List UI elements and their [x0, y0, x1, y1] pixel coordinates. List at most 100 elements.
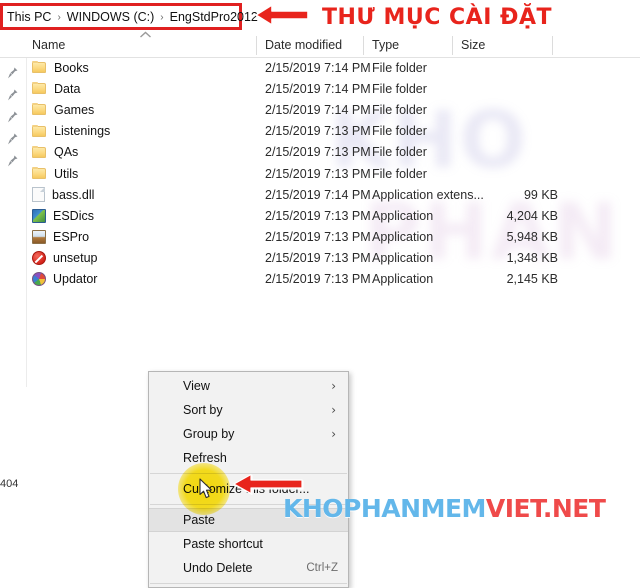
- table-row[interactable]: ESPro 2/15/2019 7:13 PM Application 5,94…: [0, 227, 640, 248]
- file-type-cell: Application: [372, 230, 434, 245]
- folder-icon: [32, 61, 47, 74]
- file-name-label: ESDics: [53, 208, 94, 223]
- mouse-cursor-icon: [199, 478, 214, 505]
- file-name-cell[interactable]: Books: [32, 61, 89, 75]
- file-type-cell: Application: [372, 272, 434, 287]
- menu-item-label: Sort by: [183, 403, 223, 417]
- breadcrumb-separator-icon: ›: [57, 12, 61, 23]
- folder-icon: [32, 167, 47, 180]
- updator-app-icon: [32, 272, 46, 287]
- file-name-cell[interactable]: Utils: [32, 167, 78, 181]
- site-watermark: KHOPHANMEMVIET.NET: [283, 494, 606, 523]
- breadcrumb-item-windows-c[interactable]: WINDOWS (C:): [66, 10, 155, 24]
- file-date-cell: 2/15/2019 7:13 PM: [265, 145, 371, 160]
- site-watermark-blue: KHOPHANMEM: [283, 494, 486, 523]
- menu-item-label: Group by: [183, 427, 235, 441]
- file-type-cell: File folder: [372, 166, 427, 181]
- breadcrumb-item-this-pc[interactable]: This PC: [6, 10, 52, 24]
- table-row[interactable]: Listenings 2/15/2019 7:13 PM File folder: [0, 121, 640, 142]
- menu-item-label: Undo Delete: [183, 561, 253, 575]
- menu-item-view[interactable]: View ›: [149, 374, 348, 398]
- file-size-cell: 4,204 KB: [506, 208, 558, 223]
- file-date-cell: 2/15/2019 7:13 PM: [265, 166, 371, 181]
- file-name-label: Utils: [54, 166, 79, 181]
- chevron-right-icon: ›: [331, 403, 336, 417]
- file-name-cell[interactable]: ESPro: [32, 230, 89, 245]
- file-type-cell: File folder: [372, 60, 427, 75]
- breadcrumb-item-engstdpro2012[interactable]: EngStdPro2012: [169, 10, 259, 24]
- file-name-label: Games: [54, 102, 95, 117]
- table-row[interactable]: Data 2/15/2019 7:14 PM File folder: [0, 78, 640, 99]
- file-name-cell[interactable]: bass.dll: [32, 187, 95, 203]
- table-row[interactable]: ESDics 2/15/2019 7:13 PM Application 4,2…: [0, 205, 640, 226]
- file-name-label: Listenings: [54, 124, 111, 139]
- file-list[interactable]: Books 2/15/2019 7:14 PM File folder Data…: [0, 57, 640, 290]
- breadcrumb[interactable]: This PC › WINDOWS (C:) › EngStdPro2012 ›: [6, 7, 272, 26]
- file-name-label: Books: [54, 60, 89, 75]
- file-type-cell: Application: [372, 251, 434, 266]
- file-date-cell: 2/15/2019 7:13 PM: [265, 208, 371, 223]
- file-size-cell: 1,348 KB: [506, 251, 558, 266]
- column-header-row: Name Date modified Type Size: [0, 34, 640, 58]
- file-name-cell[interactable]: Listenings: [32, 124, 110, 138]
- file-type-cell: File folder: [372, 124, 427, 139]
- column-divider[interactable]: [452, 36, 453, 55]
- esdics-app-icon: [32, 208, 46, 223]
- menu-item-refresh[interactable]: Refresh: [149, 446, 348, 470]
- file-name-cell[interactable]: ESDics: [32, 208, 94, 223]
- file-name-cell[interactable]: Updator: [32, 272, 98, 287]
- file-name-cell[interactable]: Games: [32, 103, 94, 117]
- file-name-label: Updator: [53, 272, 98, 287]
- file-size-cell: 5,948 KB: [506, 230, 558, 245]
- file-size-cell: 2,145 KB: [506, 272, 558, 287]
- menu-item-group-by[interactable]: Group by ›: [149, 422, 348, 446]
- dll-file-icon: [32, 187, 45, 203]
- file-date-cell: 2/15/2019 7:13 PM: [265, 251, 371, 266]
- site-watermark-red: VIET.NET: [485, 494, 606, 523]
- menu-separator: [150, 583, 347, 584]
- unsetup-app-icon: [32, 251, 46, 266]
- file-name-cell[interactable]: Data: [32, 82, 80, 96]
- table-row[interactable]: Utils 2/15/2019 7:13 PM File folder: [0, 163, 640, 184]
- file-type-cell: Application extens...: [372, 187, 484, 202]
- menu-item-paste-shortcut[interactable]: Paste shortcut: [149, 532, 348, 556]
- folder-icon: [32, 124, 47, 138]
- file-name-cell[interactable]: unsetup: [32, 251, 97, 266]
- menu-item-shortcut: Ctrl+Z: [306, 562, 338, 574]
- column-header-type[interactable]: Type: [372, 38, 399, 52]
- folder-icon: [32, 82, 47, 95]
- espro-app-icon: [32, 230, 46, 245]
- table-row[interactable]: Updator 2/15/2019 7:13 PM Application 2,…: [0, 269, 640, 290]
- file-name-label: QAs: [54, 145, 79, 160]
- table-row[interactable]: Games 2/15/2019 7:14 PM File folder: [0, 99, 640, 120]
- column-divider[interactable]: [256, 36, 257, 55]
- menu-item-label: Refresh: [183, 451, 227, 465]
- column-header-date-modified[interactable]: Date modified: [265, 38, 342, 52]
- menu-item-label: Paste: [183, 513, 215, 527]
- column-divider[interactable]: [363, 36, 364, 55]
- column-divider[interactable]: [552, 36, 553, 55]
- stray-text-fragment: 404: [0, 478, 19, 490]
- table-row[interactable]: bass.dll 2/15/2019 7:14 PM Application e…: [0, 184, 640, 205]
- table-row[interactable]: unsetup 2/15/2019 7:13 PM Application 1,…: [0, 248, 640, 269]
- column-header-name[interactable]: Name: [32, 38, 65, 52]
- folder-icon: [32, 145, 47, 159]
- left-arrow-icon: [254, 2, 310, 33]
- menu-item-label: View: [183, 379, 210, 393]
- file-type-cell: File folder: [372, 102, 427, 117]
- file-name-label: bass.dll: [52, 187, 95, 202]
- annotation-installation-folder: THƯ MỤC CÀI ĐẶT: [254, 2, 552, 33]
- column-header-size[interactable]: Size: [461, 38, 485, 52]
- file-date-cell: 2/15/2019 7:14 PM: [265, 187, 371, 202]
- chevron-right-icon: ›: [331, 427, 336, 441]
- menu-item-label: Paste shortcut: [183, 537, 263, 551]
- chevron-right-icon: ›: [331, 379, 336, 393]
- table-row[interactable]: QAs 2/15/2019 7:13 PM File folder: [0, 142, 640, 163]
- table-row[interactable]: Books 2/15/2019 7:14 PM File folder: [0, 57, 640, 78]
- file-name-cell[interactable]: QAs: [32, 145, 78, 159]
- menu-item-undo-delete[interactable]: Undo Delete Ctrl+Z: [149, 556, 348, 580]
- file-type-cell: File folder: [372, 145, 427, 160]
- menu-item-sort-by[interactable]: Sort by ›: [149, 398, 348, 422]
- file-type-cell: Application: [372, 208, 434, 223]
- address-bar[interactable]: This PC › WINDOWS (C:) › EngStdPro2012 ›: [0, 3, 267, 32]
